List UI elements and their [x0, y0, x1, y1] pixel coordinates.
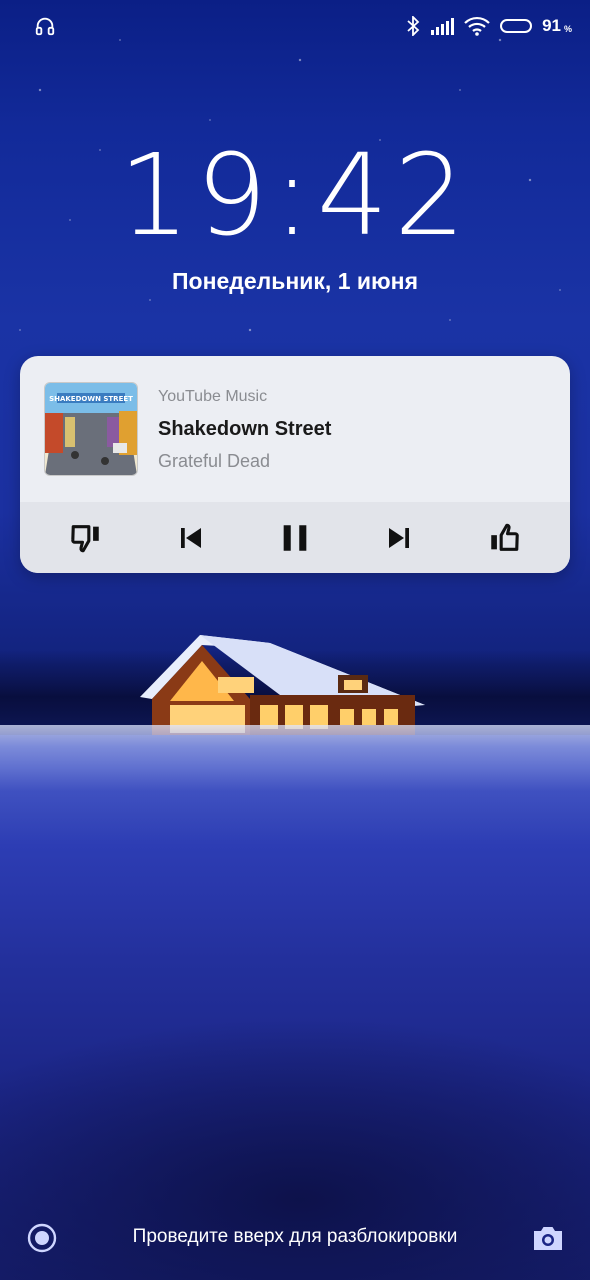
album-art-text: SHAKEDOWN STREET [49, 395, 133, 403]
dislike-button[interactable] [62, 514, 110, 562]
thumbs-down-icon [71, 524, 99, 552]
wallpaper-snow [0, 725, 590, 845]
lockscreen-clock: 19:42 [118, 131, 472, 261]
next-button[interactable] [375, 514, 423, 562]
media-controls [20, 502, 570, 573]
unlock-hint: Проведите вверх для разблокировки [132, 1226, 458, 1247]
battery-icon [500, 19, 533, 33]
camera-button[interactable] [531, 1222, 565, 1254]
lockscreen-date: Понедельник, 1 июня [171, 268, 418, 294]
pause-button[interactable] [271, 514, 319, 562]
like-button[interactable] [480, 514, 528, 562]
battery-unit: % [563, 24, 572, 34]
battery-level: 91 [542, 16, 561, 35]
wifi-icon [464, 16, 490, 36]
status-bar: 91 % [0, 0, 590, 52]
skip-next-icon [389, 527, 410, 548]
thumbs-up-icon [491, 523, 519, 551]
media-track-artist: Grateful Dead [158, 451, 271, 471]
media-notification[interactable]: SHAKEDOWN STREET YouTube Music Shakedown… [20, 356, 570, 573]
bluetooth-icon [407, 16, 420, 36]
previous-button[interactable] [167, 514, 215, 562]
media-app-name: YouTube Music [158, 388, 268, 405]
wallpaper-house [140, 635, 425, 735]
headphones-icon [35, 17, 55, 36]
media-track-title: Shakedown Street [158, 418, 332, 440]
pause-icon [283, 524, 307, 551]
camera-icon [534, 1227, 562, 1250]
album-art: SHAKEDOWN STREET [44, 382, 138, 476]
skip-previous-icon [180, 527, 201, 548]
cellular-signal-icon [431, 18, 455, 35]
